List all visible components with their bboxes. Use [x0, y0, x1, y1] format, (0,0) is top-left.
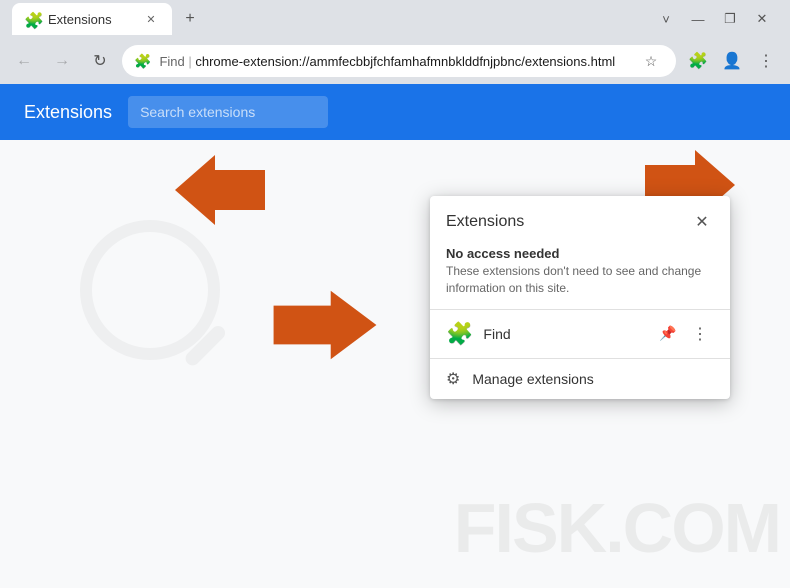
popup-extension-actions: 📌 ⋮	[654, 320, 714, 348]
minimize-button[interactable]: —	[686, 7, 710, 31]
magnifier-handle	[183, 323, 228, 368]
window-controls: ˅ — ❐ ✕	[654, 7, 782, 31]
magnifier-circle	[80, 220, 220, 360]
maximize-button[interactable]: ❐	[718, 7, 742, 31]
new-tab-button[interactable]: +	[176, 5, 204, 33]
tab-close-button[interactable]: ✕	[142, 10, 160, 28]
manage-gear-icon: ⚙	[446, 369, 460, 389]
address-extension-icon: 🧩	[134, 53, 151, 70]
extensions-placeholder	[80, 220, 220, 360]
popup-pin-button[interactable]: 📌	[654, 320, 682, 348]
extensions-search-input[interactable]	[128, 96, 328, 128]
popup-title: Extensions	[446, 213, 690, 231]
refresh-button[interactable]: ↻	[84, 45, 116, 77]
popup-extension-name: Find	[483, 326, 644, 342]
address-url: chrome-extension://ammfecbbjfchfamhafmnb…	[195, 54, 615, 69]
forward-button[interactable]: →	[46, 45, 78, 77]
toolbar-actions: 🧩 👤 ⋮	[682, 45, 782, 77]
extensions-page-title: Extensions	[24, 102, 112, 123]
bookmark-button[interactable]: ☆	[638, 48, 664, 74]
tab-title: Extensions	[48, 12, 134, 27]
popup-extension-icon: 🧩	[446, 321, 473, 347]
extensions-body: FISK.COM Extensions ✕ No access needed T…	[0, 140, 790, 588]
popup-more-button[interactable]: ⋮	[686, 320, 714, 348]
extensions-popup: Extensions ✕ No access needed These exte…	[430, 196, 730, 399]
tab-icon: 🧩	[24, 11, 40, 27]
chevron-down-button[interactable]: ˅	[654, 7, 678, 31]
browser-window: 🧩 Extensions ✕ + ˅ — ❐ ✕ ← → ↻ 🧩 Find | …	[0, 0, 790, 588]
popup-extension-item: 🧩 Find 📌 ⋮	[430, 310, 730, 358]
extensions-toolbar-button[interactable]: 🧩	[682, 45, 714, 77]
address-text: Find | chrome-extension://ammfecbbjfchfa…	[159, 54, 630, 69]
extensions-header: Extensions	[0, 84, 790, 140]
watermark-text: FISK.COM	[454, 488, 780, 568]
arrow-to-popup	[270, 285, 380, 365]
address-bar[interactable]: 🧩 Find | chrome-extension://ammfecbbjfch…	[122, 45, 676, 77]
popup-manage-extensions[interactable]: ⚙ Manage extensions	[430, 359, 730, 399]
profile-button[interactable]: 👤	[716, 45, 748, 77]
menu-button[interactable]: ⋮	[750, 45, 782, 77]
popup-header: Extensions ✕	[430, 196, 730, 242]
browser-tab[interactable]: 🧩 Extensions ✕	[12, 3, 172, 35]
address-prefix: Find	[159, 54, 184, 69]
nav-bar: ← → ↻ 🧩 Find | chrome-extension://ammfec…	[0, 38, 790, 84]
title-bar: 🧩 Extensions ✕ + ˅ — ❐ ✕	[0, 0, 790, 38]
popup-no-access-desc: These extensions don't need to see and c…	[430, 263, 730, 309]
close-button[interactable]: ✕	[750, 7, 774, 31]
manage-extensions-label: Manage extensions	[472, 371, 593, 387]
page-content: Extensions FISK.COM Extensions ✕ No acce…	[0, 84, 790, 588]
popup-close-button[interactable]: ✕	[690, 210, 714, 234]
popup-no-access-title: No access needed	[430, 242, 730, 263]
back-button[interactable]: ←	[8, 45, 40, 77]
